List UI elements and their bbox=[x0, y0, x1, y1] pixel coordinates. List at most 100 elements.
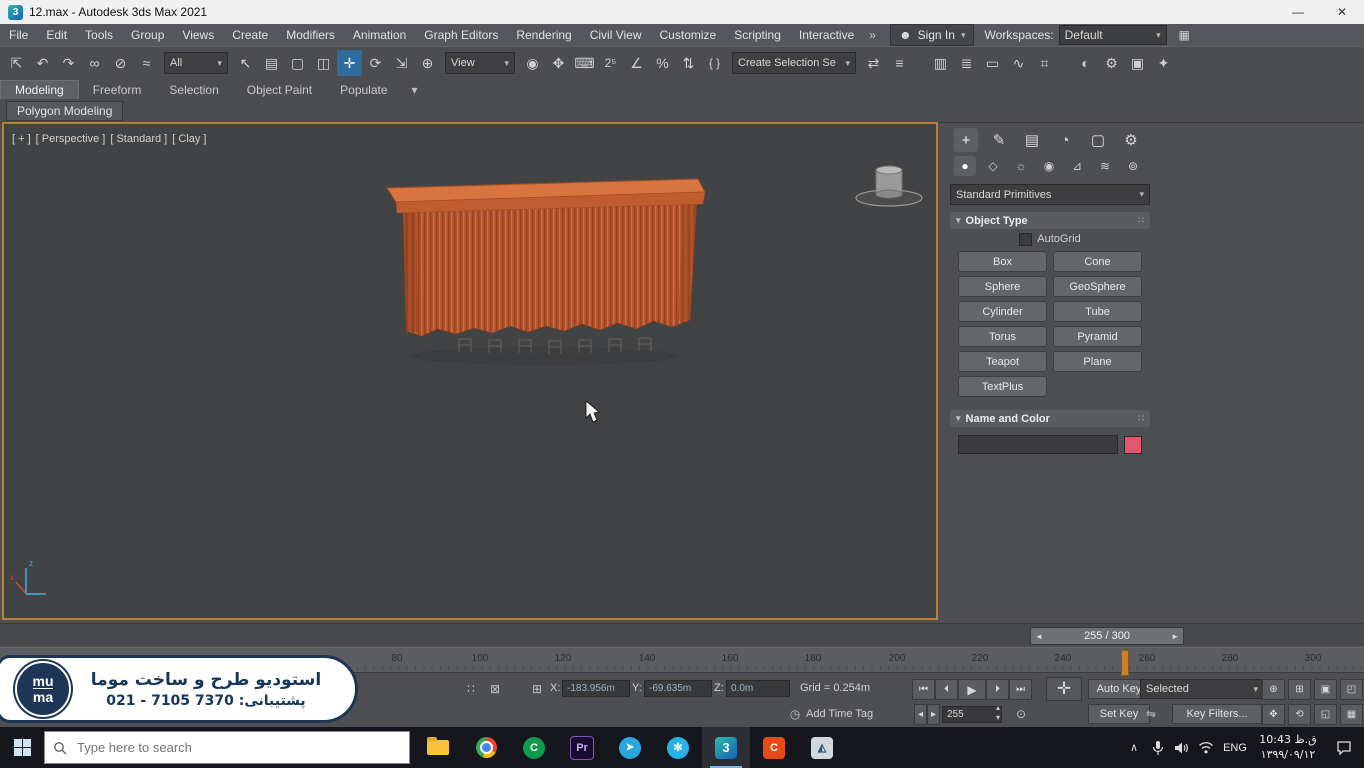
manipulate-icon[interactable]: ✥ bbox=[546, 50, 571, 76]
modify-tab-icon[interactable]: ✎ bbox=[987, 128, 1011, 152]
name-color-rollout[interactable]: ▾ Name and Color ∷ bbox=[950, 410, 1150, 427]
frame-step-back[interactable]: ◂ bbox=[914, 704, 927, 725]
keyboard-override-icon[interactable]: ⌨ bbox=[572, 50, 597, 76]
perspective-viewport[interactable]: x z [ + ] [ Perspective ] [ Standard ] [… bbox=[2, 122, 938, 620]
primitives-dropdown[interactable]: Standard Primitives ▾ bbox=[950, 184, 1150, 205]
textplus-button[interactable]: TextPlus bbox=[958, 376, 1047, 397]
select-by-name-icon[interactable]: ▤ bbox=[259, 50, 284, 76]
search-input[interactable] bbox=[75, 739, 349, 756]
percent-snap-icon[interactable]: % bbox=[650, 50, 675, 76]
render-icon[interactable]: ✦ bbox=[1151, 50, 1176, 76]
angle-snap-icon[interactable]: ∠ bbox=[624, 50, 649, 76]
tab-object-paint[interactable]: Object Paint bbox=[233, 81, 326, 99]
rendered-frame-icon[interactable]: ▣ bbox=[1125, 50, 1150, 76]
next-frame-button[interactable]: ⏵ bbox=[986, 679, 1009, 700]
reference-coordinate-dropdown[interactable]: View ▾ bbox=[445, 52, 515, 74]
play-button[interactable]: ▶ bbox=[958, 679, 986, 700]
select-and-link-icon[interactable]: ⇱ bbox=[4, 50, 29, 76]
cameras-category-icon[interactable]: ◉ bbox=[1038, 156, 1060, 176]
workspace-grid-icon[interactable]: ▦ bbox=[1172, 22, 1197, 48]
menu-modifiers[interactable]: Modifiers bbox=[277, 28, 344, 42]
lights-category-icon[interactable]: ☼ bbox=[1010, 156, 1032, 176]
tab-populate[interactable]: Populate bbox=[326, 81, 401, 99]
lock-selection-icon[interactable]: ⊠ bbox=[486, 680, 504, 697]
menu-tools[interactable]: Tools bbox=[76, 28, 122, 42]
frame-spin-up[interactable]: ▴ bbox=[996, 703, 1000, 712]
material-editor-icon[interactable]: ◐ bbox=[1073, 50, 1098, 76]
menu-create[interactable]: Create bbox=[223, 28, 277, 42]
menu-file[interactable]: File bbox=[0, 28, 37, 42]
space-warps-category-icon[interactable]: ≋ bbox=[1094, 156, 1116, 176]
tab-freeform[interactable]: Freeform bbox=[79, 81, 156, 99]
object-color-swatch[interactable] bbox=[1124, 436, 1142, 454]
taskbar-search[interactable] bbox=[44, 731, 410, 764]
zoom-extents-icon[interactable]: ▣ bbox=[1314, 679, 1337, 700]
motion-tab-icon[interactable]: ◔ bbox=[1053, 128, 1077, 152]
subtab-polygon-modeling[interactable]: Polygon Modeling bbox=[6, 101, 123, 121]
sign-in-button[interactable]: ☻ Sign In ▾ bbox=[890, 24, 975, 46]
curve-editor-icon[interactable]: ∿ bbox=[1006, 50, 1031, 76]
taskbar-app-3ds-max[interactable]: 3 bbox=[702, 727, 750, 768]
frame-forward-arrow[interactable]: ► bbox=[1167, 632, 1183, 641]
menu-customize[interactable]: Customize bbox=[651, 28, 726, 42]
go-to-start-button[interactable]: ⏮ bbox=[912, 679, 935, 700]
viewport-general-menu[interactable]: [ + ] bbox=[12, 133, 31, 145]
cone-button[interactable]: Cone bbox=[1053, 251, 1142, 272]
add-time-tag[interactable]: Add Time Tag bbox=[806, 708, 873, 720]
menu-interactive[interactable]: Interactive bbox=[790, 28, 863, 42]
menu-scripting[interactable]: Scripting bbox=[725, 28, 790, 42]
frame-number-field[interactable]: 255 bbox=[942, 706, 1002, 723]
display-tab-icon[interactable]: ▢ bbox=[1086, 128, 1110, 152]
viewport-renderer-menu[interactable]: [ Standard ] bbox=[110, 133, 167, 145]
scene-explorer-icon[interactable]: ▥ bbox=[928, 50, 953, 76]
rect-region-icon[interactable]: ▢ bbox=[285, 50, 310, 76]
pivot-center-icon[interactable]: ◉ bbox=[520, 50, 545, 76]
link-icon[interactable]: ∞ bbox=[82, 50, 107, 76]
ribbon-toggle-icon[interactable]: ▭ bbox=[980, 50, 1005, 76]
viewport-pov-menu[interactable]: [ Perspective ] bbox=[36, 133, 106, 145]
menu-group[interactable]: Group bbox=[122, 28, 173, 42]
hierarchy-tab-icon[interactable]: ▤ bbox=[1020, 128, 1044, 152]
taskbar-app-photos[interactable]: ◭ bbox=[798, 727, 846, 768]
schematic-view-icon[interactable]: ⌗ bbox=[1032, 50, 1057, 76]
taskbar-app-chrome[interactable] bbox=[462, 727, 510, 768]
layer-explorer-icon[interactable]: ≣ bbox=[954, 50, 979, 76]
hidden-icons-chevron[interactable]: ∧ bbox=[1122, 727, 1146, 768]
viewport-shading-menu[interactable]: [ Clay ] bbox=[172, 133, 206, 145]
pyramid-button[interactable]: Pyramid bbox=[1053, 326, 1142, 347]
mirror-icon[interactable]: ⇄ bbox=[861, 50, 886, 76]
taskbar-app-camtasia[interactable]: C bbox=[510, 727, 558, 768]
grid-dots-icon[interactable]: ∷ bbox=[462, 680, 480, 697]
notification-center-icon[interactable] bbox=[1324, 727, 1364, 768]
cylinder-button[interactable]: Cylinder bbox=[958, 301, 1047, 322]
align-icon[interactable]: ≡ bbox=[887, 50, 912, 76]
close-button[interactable]: ✕ bbox=[1320, 0, 1364, 24]
orbit-icon[interactable]: ⟲ bbox=[1288, 704, 1311, 725]
menu-edit[interactable]: Edit bbox=[37, 28, 76, 42]
workspaces-dropdown[interactable]: Default ▾ bbox=[1059, 25, 1167, 45]
microphone-icon[interactable] bbox=[1146, 727, 1170, 768]
window-crossing-icon[interactable]: ◫ bbox=[311, 50, 336, 76]
y-coordinate-field[interactable]: -69.635m bbox=[644, 680, 712, 697]
speaker-icon[interactable] bbox=[1170, 727, 1194, 768]
key-mode-icon[interactable]: ⊙ bbox=[1012, 705, 1030, 722]
taskbar-clock[interactable]: 10:43 ق.ظ ۱۳۹۹/۰۹/۱۲ bbox=[1252, 733, 1324, 762]
set-key-button[interactable]: Set Key bbox=[1088, 704, 1150, 724]
minimize-button[interactable]: — bbox=[1276, 0, 1320, 24]
frame-spin-down[interactable]: ▾ bbox=[996, 713, 1000, 722]
start-button[interactable] bbox=[0, 727, 44, 768]
maximize-viewport-icon[interactable]: ◱ bbox=[1314, 704, 1337, 725]
autogrid-checkbox[interactable] bbox=[1019, 233, 1032, 246]
geometry-category-icon[interactable]: ● bbox=[954, 156, 976, 176]
undo-icon[interactable]: ↶ bbox=[30, 50, 55, 76]
spinner-snap-icon[interactable]: ⇅ bbox=[676, 50, 701, 76]
zoom-all-icon[interactable]: ⊞ bbox=[1288, 679, 1311, 700]
create-tab-icon[interactable]: + bbox=[954, 128, 978, 152]
named-selection-sets-icon[interactable]: { } bbox=[702, 50, 727, 76]
menu-civil-view[interactable]: Civil View bbox=[581, 28, 651, 42]
place-tool-icon[interactable]: ⊕ bbox=[415, 50, 440, 76]
tab-modeling[interactable]: Modeling bbox=[0, 80, 79, 99]
zoom-icon[interactable]: ⊕ bbox=[1262, 679, 1285, 700]
language-indicator[interactable]: ENG bbox=[1218, 742, 1252, 754]
absolute-offset-icon[interactable]: ⊞ bbox=[528, 680, 546, 697]
